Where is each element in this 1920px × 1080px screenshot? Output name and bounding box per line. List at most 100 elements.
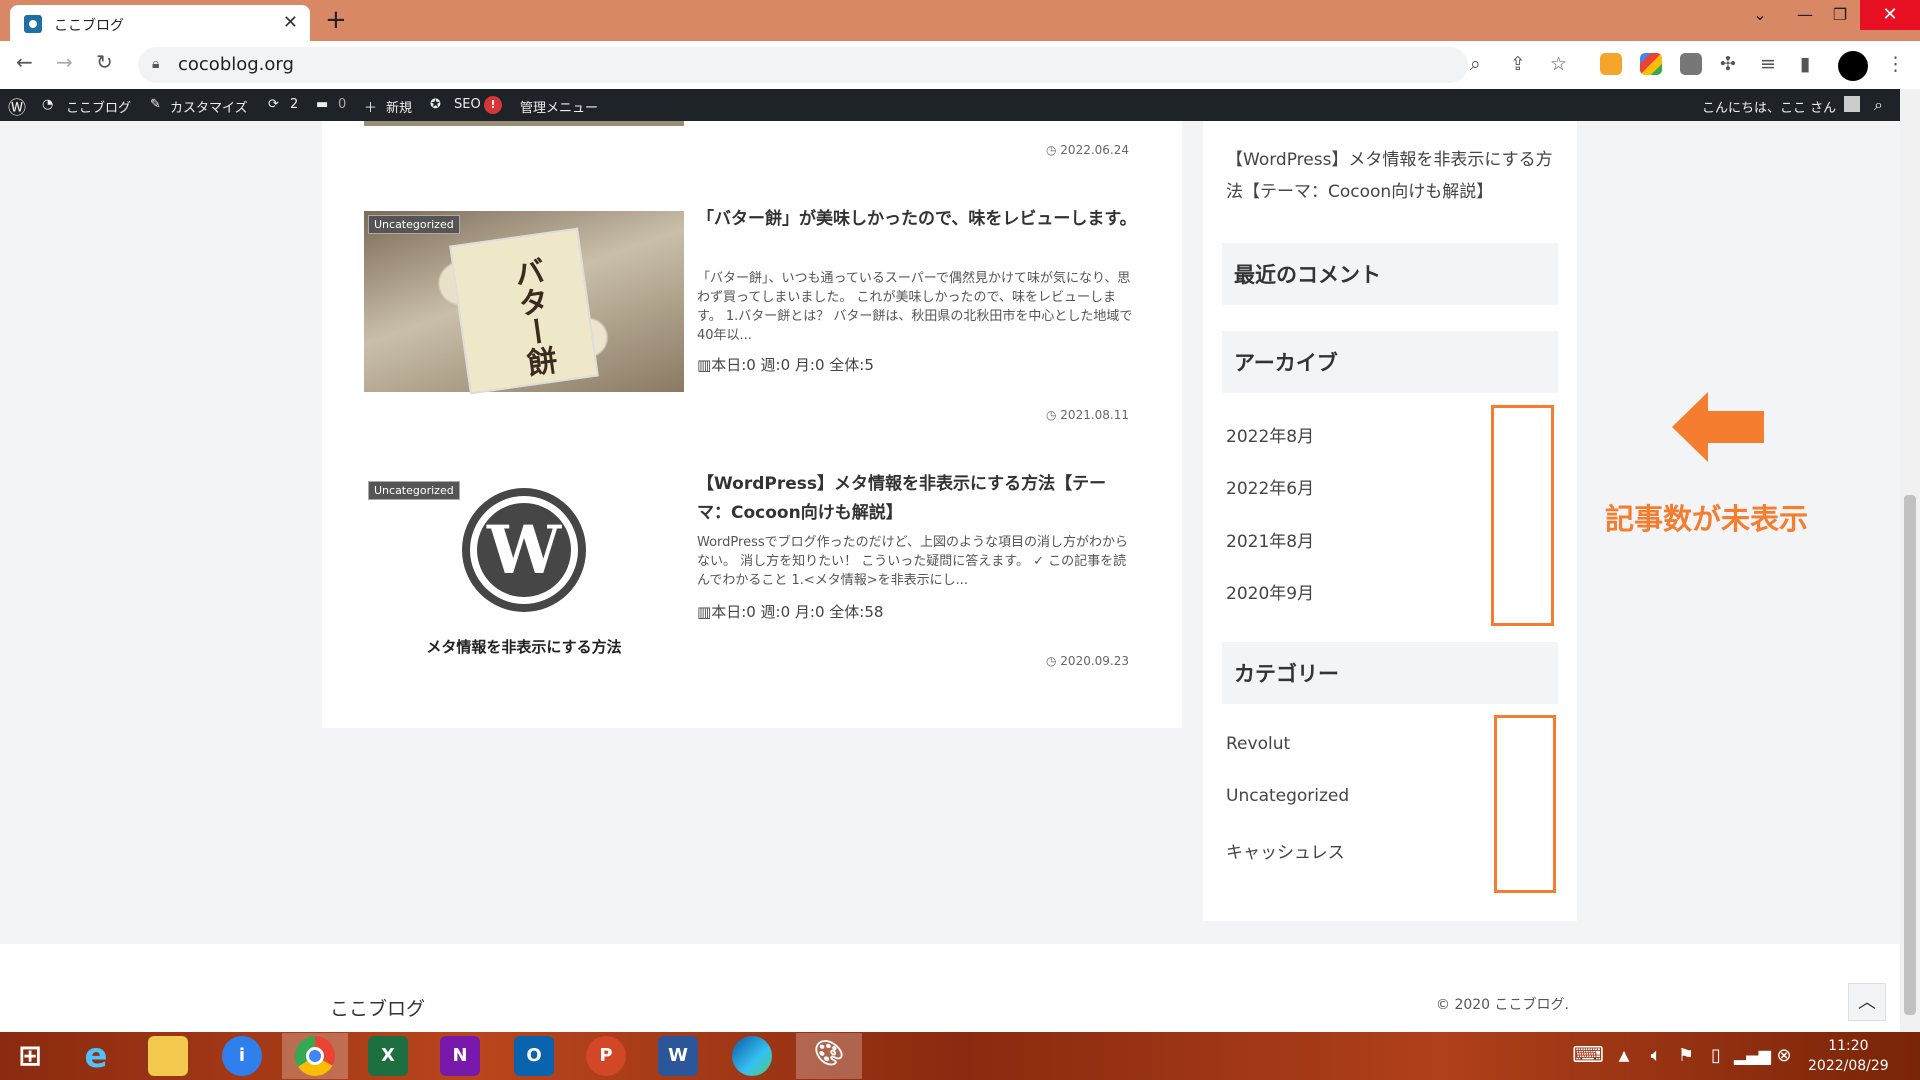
address-bar[interactable]: 🔒︎ cocoblog.org <box>138 47 1468 83</box>
reading-list-icon[interactable]: ≡ <box>1760 53 1776 75</box>
post-excerpt: WordPressでブログ作ったのだけど、上図のような項目の消し方がわからない。… <box>697 535 1128 588</box>
clock-date: 2022/08/29 <box>1808 1058 1889 1074</box>
volume-icon[interactable]: 🔈︎ <box>1644 1036 1668 1076</box>
wp-site-link[interactable]: ここブログ <box>66 97 131 116</box>
category-link[interactable]: Revolut <box>1226 734 1290 754</box>
site-footer <box>0 944 1900 1032</box>
chrome-menu-icon[interactable]: ⋮ <box>1886 53 1905 75</box>
tray-expand-icon[interactable]: ▲ <box>1614 1036 1634 1076</box>
restore-button[interactable]: ❐ <box>1825 0 1855 30</box>
dashboard-icon: ◔ <box>42 97 54 112</box>
seo-gear-icon: ✪ <box>430 97 441 112</box>
zoom-icon[interactable]: ⌕ <box>1470 53 1481 75</box>
category-badge: Uncategorized <box>368 215 460 234</box>
keyboard-icon[interactable]: ⌨ <box>1570 1036 1606 1076</box>
wp-new-link[interactable]: 新規 <box>386 97 412 116</box>
clock-icon: ◷ <box>1046 654 1061 668</box>
post-title[interactable]: 「バター餅」が美味しかったので、味をレビューします。 <box>697 205 1137 234</box>
post-stats: ▥本日:0 週:0 月:0 全体:58 <box>697 603 884 621</box>
excel-icon[interactable]: X <box>368 1036 408 1076</box>
file-explorer-icon[interactable] <box>148 1036 188 1076</box>
extension-color-icon[interactable] <box>1640 53 1662 75</box>
close-tab-icon[interactable]: ✕ <box>283 12 298 33</box>
tab-search-icon[interactable]: ⌄ <box>1745 0 1775 30</box>
bar-chart-icon: ▥ <box>697 603 712 621</box>
category-link[interactable]: キャッシュレス <box>1226 838 1345 863</box>
share-icon[interactable]: ⇪ <box>1510 53 1526 75</box>
archive-link[interactable]: 2021年8月 <box>1226 527 1314 552</box>
archive-link[interactable]: 2020年9月 <box>1226 579 1314 604</box>
bar-chart-icon: ▥ <box>697 356 712 374</box>
taskbar-clock[interactable]: 11:20 2022/08/29 <box>1808 1036 1889 1076</box>
post-date: ◷ 2022.06.24 <box>1046 143 1130 157</box>
info-app-icon[interactable]: i <box>222 1036 262 1076</box>
wp-seo-link[interactable]: SEO <box>454 97 481 112</box>
annotation-label: 記事数が未表示 <box>1605 502 1809 536</box>
wp-admin-menu-link[interactable]: 管理メニュー <box>520 97 598 116</box>
new-tab-button[interactable]: + <box>325 5 347 35</box>
clock-time: 11:20 <box>1828 1038 1869 1054</box>
post-thumbnail-partial[interactable] <box>364 121 684 126</box>
post-thumbnail[interactable]: バター餅 <box>364 211 684 395</box>
word-icon[interactable]: W <box>658 1036 698 1076</box>
post-title[interactable]: 【WordPress】メタ情報を非表示にする方法【テーマ：Cocoon向けも解説… <box>697 470 1137 528</box>
wp-admin-bar: Ⓦ ◔ ここブログ ✎ カスタマイズ ⟳ 2 ▬ 0 ＋ 新規 ✪ SEO ! … <box>0 89 1920 121</box>
footer-copyright: © 2020 ここブログ. <box>1436 997 1569 1013</box>
extension-flag-icon[interactable] <box>1680 53 1702 75</box>
wp-comments-count[interactable]: 0 <box>338 97 346 112</box>
forward-icon[interactable]: → <box>56 50 73 74</box>
side-panel-icon[interactable]: ▮ <box>1800 53 1810 75</box>
post-date: ◷ 2021.08.11 <box>1046 408 1130 422</box>
wp-search-icon[interactable]: ⌕ <box>1874 95 1883 115</box>
plus-icon: ＋ <box>364 101 378 116</box>
lock-icon: 🔒︎ <box>152 56 160 72</box>
minimize-button[interactable]: — <box>1790 0 1820 30</box>
wp-updates-count[interactable]: 2 <box>290 97 298 112</box>
profile-avatar[interactable] <box>1838 51 1868 81</box>
onenote-icon[interactable]: N <box>440 1036 480 1076</box>
archive-link[interactable]: 2022年8月 <box>1226 422 1314 447</box>
extensions-puzzle-icon[interactable]: ✣ <box>1720 53 1736 75</box>
recent-post-link[interactable]: 【WordPress】メタ情報を非表示にする方法【テーマ：Cocoon向けも解説… <box>1226 144 1556 208</box>
battery-icon[interactable]: ▯ <box>1704 1036 1728 1076</box>
back-to-top-button[interactable]: ︿ <box>1848 983 1886 1021</box>
footer-site-name[interactable]: ここブログ <box>330 994 425 1021</box>
comment-icon: ▬ <box>316 97 329 112</box>
wordpress-logo-icon[interactable]: Ⓦ <box>8 94 26 120</box>
category-badge: Uncategorized <box>368 481 460 500</box>
action-center-flag-icon[interactable]: ⚑ <box>1674 1036 1698 1076</box>
category-heading: カテゴリー <box>1222 642 1558 704</box>
window-close-button[interactable]: ✕ <box>1860 0 1920 30</box>
outlook-icon[interactable]: O <box>514 1036 554 1076</box>
brush-icon: ✎ <box>150 97 161 112</box>
back-icon[interactable]: ← <box>16 50 33 74</box>
wp-customize-link[interactable]: カスタマイズ <box>170 97 248 116</box>
scrollbar-thumb[interactable] <box>1904 495 1916 1015</box>
notification-icon[interactable]: ⊗ <box>1772 1036 1796 1076</box>
edge-icon[interactable] <box>732 1036 772 1076</box>
post-stats: ▥本日:0 週:0 月:0 全体:5 <box>697 356 874 374</box>
reload-icon[interactable]: ↻ <box>96 50 113 74</box>
site-favicon-icon <box>24 15 42 33</box>
bookmark-star-icon[interactable]: ☆ <box>1550 53 1567 75</box>
annotation-box <box>1491 405 1554 626</box>
thumb-label: バター餅 <box>506 255 559 379</box>
category-link[interactable]: Uncategorized <box>1226 786 1349 806</box>
signal-icon[interactable]: ▂▄▆ <box>1734 1036 1771 1076</box>
updates-icon: ⟳ <box>268 97 279 112</box>
clock-icon: ◷ <box>1046 408 1061 422</box>
seo-alert-badge: ! <box>484 96 502 114</box>
taskbar-chrome-active[interactable] <box>282 1033 348 1079</box>
post-date: ◷ 2020.09.23 <box>1046 654 1130 668</box>
wp-greeting[interactable]: こんにちは、ここ さん <box>1702 97 1836 116</box>
user-avatar[interactable] <box>1844 96 1860 112</box>
browser-tab[interactable]: ここブログ ✕ <box>10 5 310 41</box>
internet-explorer-icon[interactable]: e <box>76 1036 116 1076</box>
extension-coin-icon[interactable] <box>1600 53 1622 75</box>
powerpoint-icon[interactable]: P <box>586 1036 626 1076</box>
post-thumbnail[interactable]: W メタ情報を非表示にする方法 <box>364 476 684 657</box>
paint-icon[interactable]: 🎨︎ <box>796 1033 862 1079</box>
annotation-arrow-icon <box>1672 392 1764 462</box>
windows-start-icon[interactable]: ⊞ <box>10 1036 50 1076</box>
archive-link[interactable]: 2022年6月 <box>1226 474 1314 499</box>
